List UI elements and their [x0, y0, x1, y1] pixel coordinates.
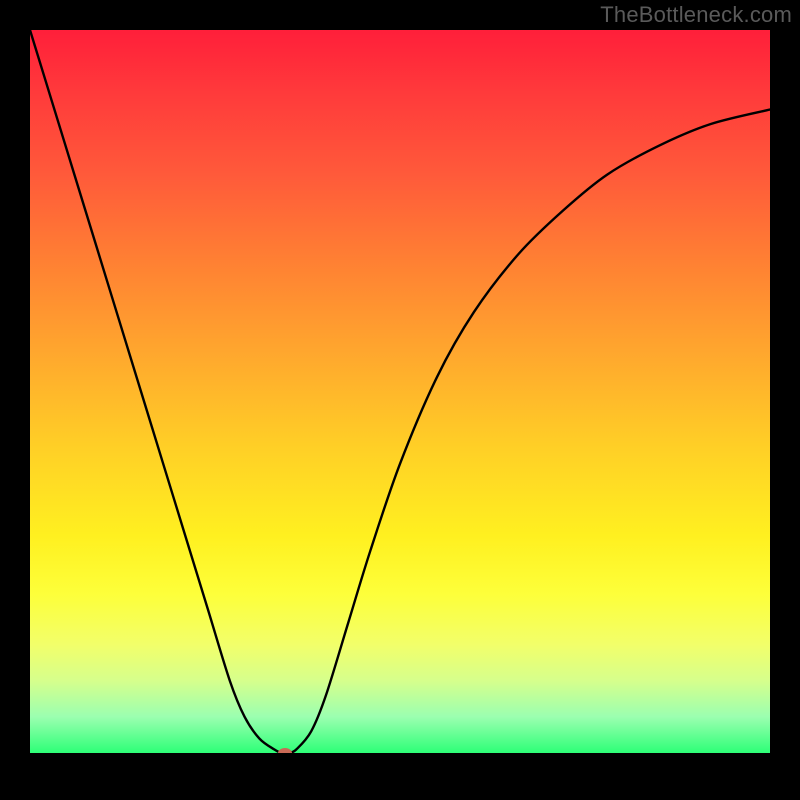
curve-svg — [30, 30, 770, 753]
bottleneck-curve — [30, 30, 770, 753]
plot-area — [30, 30, 770, 753]
watermark-text: TheBottleneck.com — [600, 2, 792, 28]
optimum-marker — [278, 748, 292, 753]
chart-frame: TheBottleneck.com — [0, 0, 800, 800]
